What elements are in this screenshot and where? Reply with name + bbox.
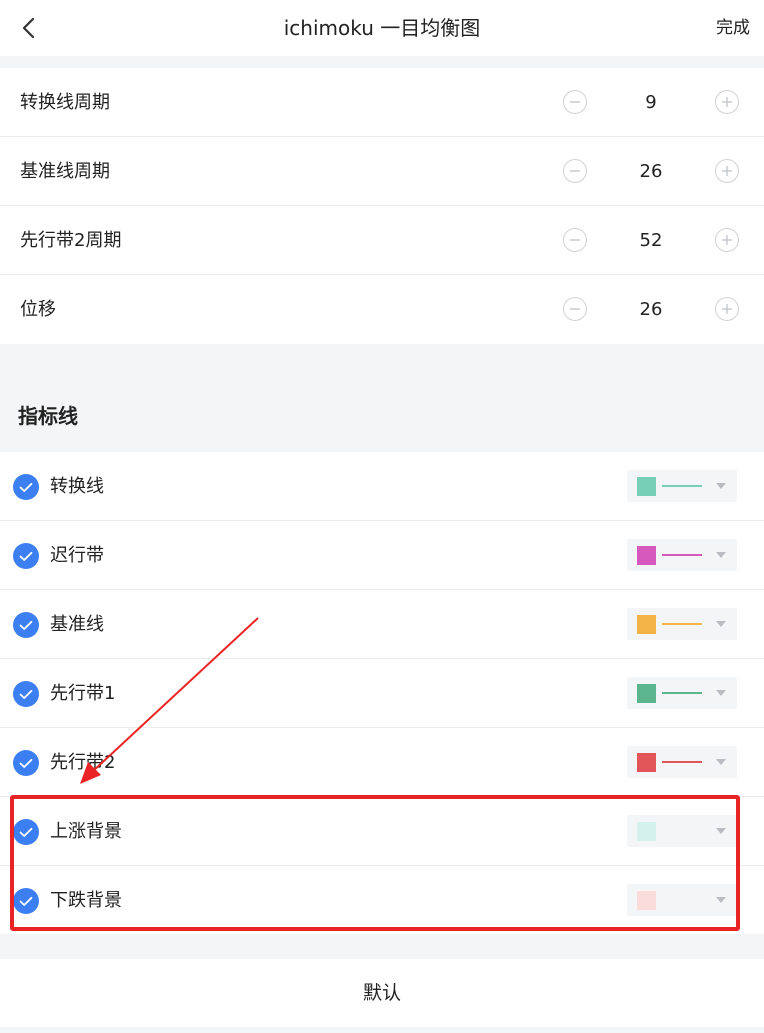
nav-bar: ichimoku 一目均衡图 完成 <box>0 0 764 56</box>
decrement-button[interactable] <box>563 159 587 183</box>
color-swatch <box>637 477 656 496</box>
color-picker[interactable] <box>627 608 737 640</box>
line-style-sample <box>662 554 702 556</box>
indicator-line-label: 先行带1 <box>50 683 116 704</box>
decrement-button[interactable] <box>563 90 587 114</box>
increment-button[interactable] <box>715 90 739 114</box>
line-style-sample <box>662 485 702 487</box>
param-label: 基准线周期 <box>20 161 110 182</box>
color-picker[interactable] <box>627 470 737 502</box>
color-swatch <box>637 546 656 565</box>
increment-button[interactable] <box>715 228 739 252</box>
minus-circle-icon <box>570 308 580 310</box>
plus-circle-icon <box>722 97 732 107</box>
param-value[interactable]: 9 <box>611 68 691 137</box>
check-circle-icon[interactable] <box>13 612 39 638</box>
param-row: 位移 26 <box>0 275 764 344</box>
plus-circle-icon <box>722 235 732 245</box>
indicator-line-row: 基准线 <box>0 590 764 659</box>
indicator-line-label: 迟行带 <box>50 545 104 566</box>
default-bar: 默认 <box>0 959 764 1027</box>
increment-button[interactable] <box>715 297 739 321</box>
check-circle-icon[interactable] <box>13 750 39 776</box>
caret-down-icon <box>716 828 726 834</box>
param-row: 转换线周期 9 <box>0 68 764 137</box>
color-swatch <box>637 753 656 772</box>
default-button[interactable]: 默认 <box>0 959 764 1027</box>
check-circle-icon[interactable] <box>13 543 39 569</box>
indicator-line-row: 先行带2 <box>0 728 764 797</box>
increment-button[interactable] <box>715 159 739 183</box>
indicator-line-label: 转换线 <box>50 476 104 497</box>
param-label: 位移 <box>20 299 56 320</box>
caret-down-icon <box>716 897 726 903</box>
indicator-line-row: 下跌背景 <box>0 866 764 935</box>
color-picker[interactable] <box>627 746 737 778</box>
indicator-line-label: 上涨背景 <box>50 821 122 842</box>
plus-circle-icon <box>722 166 732 176</box>
caret-down-icon <box>716 690 726 696</box>
color-picker[interactable] <box>627 884 737 916</box>
section-title-indicator-lines: 指标线 <box>18 404 78 428</box>
minus-circle-icon <box>570 170 580 172</box>
color-picker[interactable] <box>627 815 737 847</box>
check-circle-icon[interactable] <box>13 819 39 845</box>
minus-circle-icon <box>570 239 580 241</box>
indicator-line-row: 迟行带 <box>0 521 764 590</box>
param-list: 转换线周期 9 基准线周期 26 先行带2周期 52 位移 26 <box>0 68 764 344</box>
indicator-line-row: 上涨背景 <box>0 797 764 866</box>
check-circle-icon[interactable] <box>13 888 39 914</box>
indicator-line-label: 下跌背景 <box>50 890 122 911</box>
page-title: ichimoku 一目均衡图 <box>283 16 481 40</box>
caret-down-icon <box>716 759 726 765</box>
color-swatch <box>637 891 656 910</box>
color-swatch <box>637 684 656 703</box>
minus-circle-icon <box>570 101 580 103</box>
param-value[interactable]: 26 <box>611 275 691 344</box>
param-row: 先行带2周期 52 <box>0 206 764 275</box>
line-style-sample <box>662 623 702 625</box>
param-value[interactable]: 52 <box>611 206 691 275</box>
caret-down-icon <box>716 621 726 627</box>
check-circle-icon[interactable] <box>13 681 39 707</box>
color-swatch <box>637 822 656 841</box>
indicator-line-list: 转换线 迟行带 基准线 先行带1 先行带2 上涨背景 下跌背景 <box>0 452 764 934</box>
param-label: 转换线周期 <box>20 92 110 113</box>
indicator-line-row: 先行带1 <box>0 659 764 728</box>
caret-down-icon <box>716 552 726 558</box>
color-picker[interactable] <box>627 539 737 571</box>
param-label: 先行带2周期 <box>20 230 122 251</box>
param-value[interactable]: 26 <box>611 137 691 206</box>
caret-down-icon <box>716 483 726 489</box>
indicator-line-row: 转换线 <box>0 452 764 521</box>
indicator-line-label: 先行带2 <box>50 752 116 773</box>
color-swatch <box>637 615 656 634</box>
line-style-sample <box>662 761 702 763</box>
done-button[interactable]: 完成 <box>716 0 750 56</box>
indicator-line-label: 基准线 <box>50 614 104 635</box>
decrement-button[interactable] <box>563 228 587 252</box>
param-row: 基准线周期 26 <box>0 137 764 206</box>
plus-circle-icon <box>722 304 732 314</box>
color-picker[interactable] <box>627 677 737 709</box>
decrement-button[interactable] <box>563 297 587 321</box>
line-style-sample <box>662 692 702 694</box>
check-circle-icon[interactable] <box>13 474 39 500</box>
